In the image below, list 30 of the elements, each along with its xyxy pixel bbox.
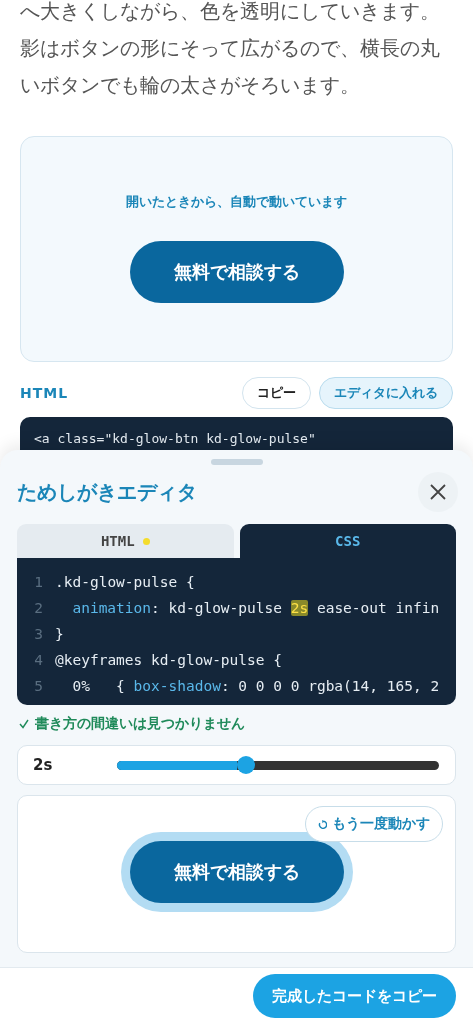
line-number: 1 bbox=[33, 574, 43, 590]
editor-tab[interactable]: HTML bbox=[17, 524, 234, 558]
consult-button[interactable]: 無料で相談する bbox=[129, 241, 344, 303]
toolbar-button[interactable]: エディタに入れる bbox=[319, 377, 453, 409]
editor-tab[interactable]: CSS bbox=[239, 524, 456, 558]
close-button[interactable] bbox=[418, 472, 458, 512]
close-icon bbox=[430, 484, 446, 500]
body-paragraph: へ大きくしながら、色を透明にしていきます。影はボタンの形にそって広がるので、横長の丸いボタンでも輪の太さがそろいます。 bbox=[20, 0, 441, 99]
replay-button[interactable]: もう一度動かす bbox=[305, 806, 443, 842]
demo-caption: 開いたときから、自動で動いています bbox=[126, 193, 347, 211]
slider-thumb[interactable] bbox=[236, 756, 255, 774]
line-number: 2 bbox=[33, 600, 43, 616]
line-number: 4 bbox=[33, 652, 43, 668]
status-message: 書き方の間違いは見つかりません bbox=[35, 715, 245, 733]
toolbar-button[interactable]: コピー bbox=[242, 377, 311, 409]
section-label: HTML bbox=[20, 385, 70, 401]
code-line: .kd-glow-pulse { bbox=[55, 574, 195, 590]
line-number: 5 bbox=[33, 678, 43, 694]
code-line: <a class="kd-glow-btn kd-glow-pulse" bbox=[34, 431, 317, 446]
editor-title: ためしがきエディタ bbox=[17, 478, 198, 506]
replay-icon bbox=[318, 819, 327, 829]
code-line: animation: kd-glow-pulse 2s ease-out infin bbox=[71, 600, 440, 616]
code-line: @keyframes kd-glow-pulse { bbox=[55, 652, 282, 668]
code-line: 0% { box-shadow: 0 0 0 0 rgba(14, 165, 2 bbox=[71, 678, 440, 694]
duration-slider[interactable]: 2s bbox=[17, 745, 456, 785]
code-line: } bbox=[55, 626, 64, 642]
code-editor[interactable]: 1 .kd-glow-pulse { 2 animation: kd-glow-pulse 2s ease-out infin 3 } 4 @keyframes kd-glow-pulse { 5 0% { box-shadow: 0 0 0 0 rgba(14, 165, 2 bbox=[17, 558, 456, 705]
drag-handle[interactable] bbox=[210, 459, 263, 465]
slider-reading: 2s bbox=[33, 756, 54, 774]
line-number: 3 bbox=[33, 626, 43, 642]
